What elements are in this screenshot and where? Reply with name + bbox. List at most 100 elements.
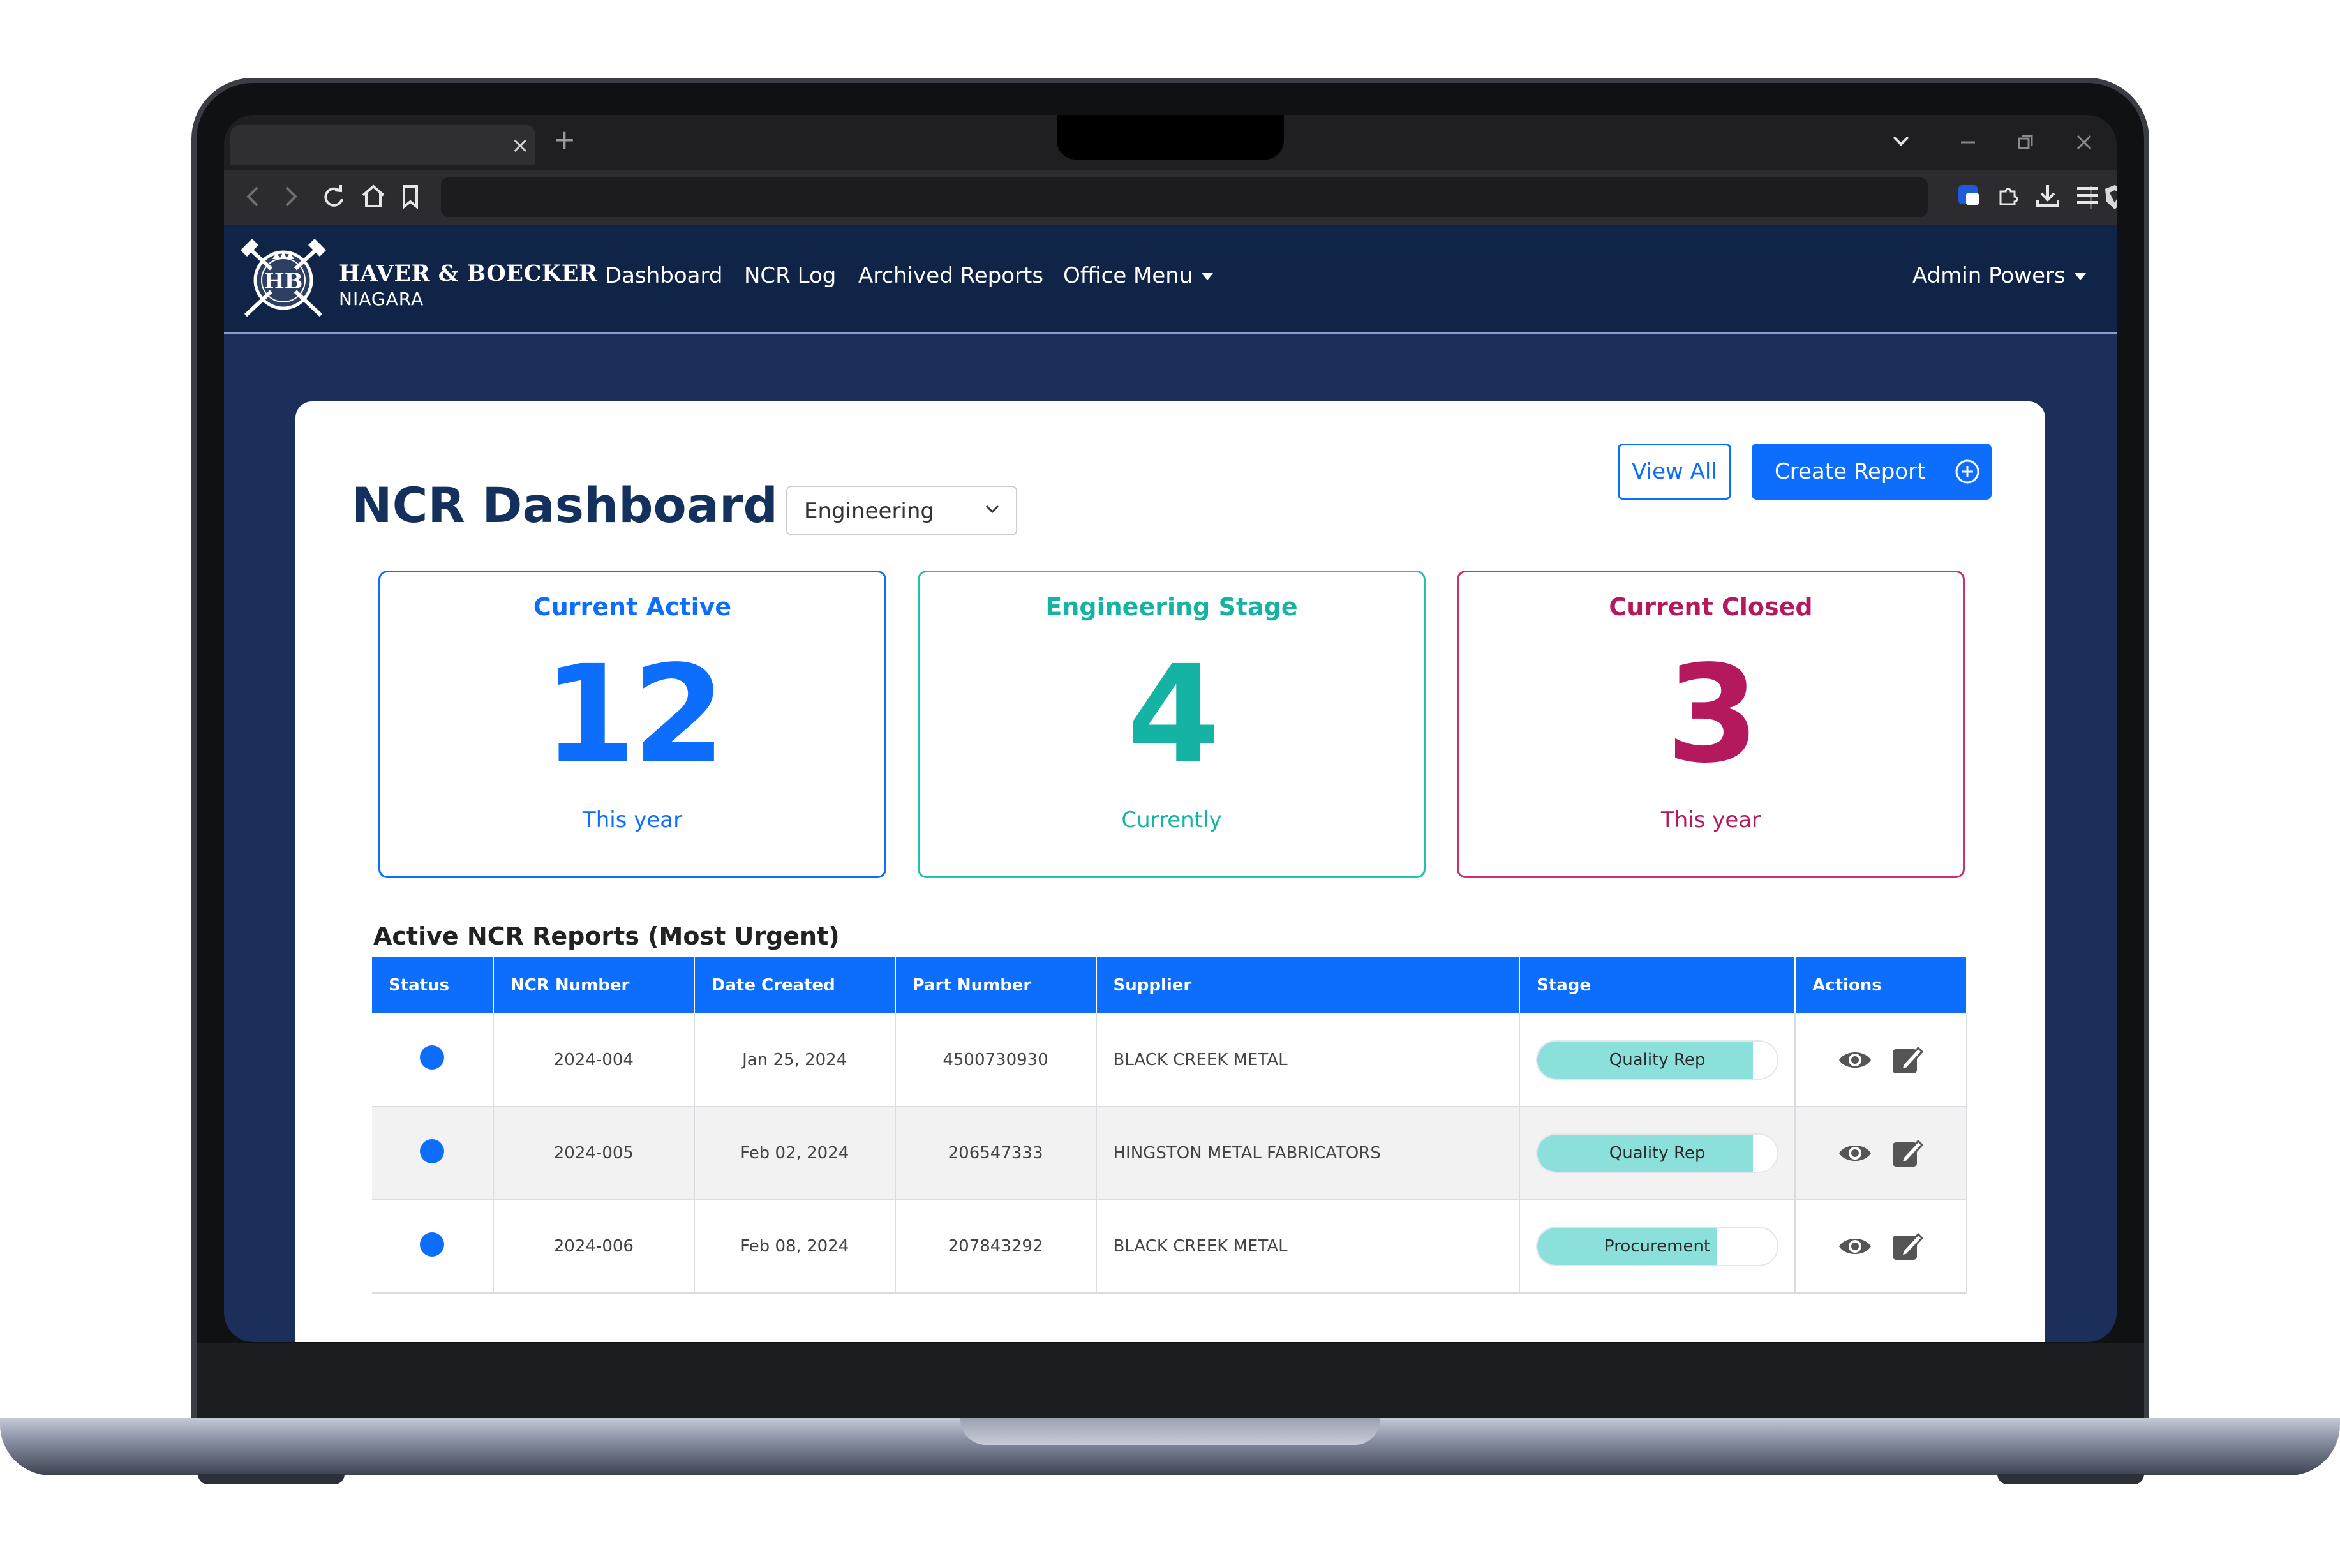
stat-value: 3 bbox=[1666, 636, 1759, 793]
stat-subtitle: This year bbox=[1660, 807, 1761, 833]
department-select-value: Engineering bbox=[804, 498, 934, 524]
view-eye-icon[interactable] bbox=[1837, 1135, 1874, 1172]
stage-label: Quality Rep bbox=[1609, 1050, 1706, 1070]
chevron-down-icon bbox=[985, 505, 999, 514]
browser-tab[interactable]: × bbox=[230, 125, 535, 165]
actions-cell bbox=[1795, 1200, 1967, 1294]
stage-cell: Quality Rep bbox=[1519, 1107, 1796, 1200]
stage-progress-bar: Quality Rep bbox=[1536, 1040, 1779, 1080]
column-header-status[interactable]: Status bbox=[372, 957, 494, 1013]
part-number-cell: 206547333 bbox=[895, 1107, 1097, 1200]
edit-icon[interactable] bbox=[1889, 1042, 1926, 1079]
supplier-cell: HINGSTON METAL FABRICATORS bbox=[1096, 1107, 1521, 1200]
menu-hamburger-icon[interactable] bbox=[2075, 183, 2100, 208]
laptop-chin bbox=[197, 1343, 2144, 1418]
page-title: NCR Dashboard bbox=[352, 477, 778, 534]
stat-subtitle: Currently bbox=[1121, 807, 1222, 833]
part-number-cell: 207843292 bbox=[895, 1200, 1097, 1294]
table-title: Active NCR Reports (Most Urgent) bbox=[373, 922, 840, 950]
status-dot-icon bbox=[420, 1045, 445, 1070]
stat-value: 12 bbox=[542, 636, 726, 793]
stat-card-current-closed[interactable]: Current Closed 3 This year bbox=[1457, 571, 1965, 878]
back-icon[interactable] bbox=[243, 184, 261, 209]
status-dot-icon bbox=[420, 1232, 445, 1257]
camera-notch bbox=[1057, 115, 1284, 160]
column-header-actions: Actions bbox=[1795, 957, 1967, 1013]
table-header-row: Status NCR Number Date Created Part Numb… bbox=[372, 957, 1967, 1013]
create-report-label: Create Report bbox=[1775, 459, 1926, 484]
app-viewport: HB HAVER & BOECKER NIAGARA Dashboard NCR… bbox=[224, 225, 2117, 1342]
reload-icon[interactable] bbox=[321, 184, 347, 209]
user-name: Admin Powers bbox=[1912, 263, 2066, 288]
laptop-foot-right bbox=[1997, 1474, 2144, 1484]
table-row[interactable]: 2024-005 Feb 02, 2024 206547333 HINGSTON ME… bbox=[372, 1107, 1967, 1200]
stage-cell: Quality Rep bbox=[1519, 1013, 1796, 1107]
browser-toolbar bbox=[224, 170, 2117, 225]
ncr-table: Status NCR Number Date Created Part Numb… bbox=[372, 957, 1967, 1294]
nav-ncr-log[interactable]: NCR Log bbox=[744, 263, 836, 288]
status-cell bbox=[372, 1107, 494, 1200]
close-window-icon[interactable] bbox=[2076, 134, 2092, 151]
column-header-supplier[interactable]: Supplier bbox=[1096, 957, 1521, 1013]
view-all-button[interactable]: View All bbox=[1618, 444, 1731, 500]
stat-subtitle: This year bbox=[582, 807, 683, 833]
forward-icon[interactable] bbox=[283, 184, 301, 209]
download-icon[interactable] bbox=[2035, 183, 2061, 208]
brave-shield-icon[interactable] bbox=[2103, 184, 2117, 211]
column-header-part-number[interactable]: Part Number bbox=[895, 957, 1097, 1013]
tab-list-chevron-icon[interactable] bbox=[1892, 134, 1910, 148]
column-header-date-created[interactable]: Date Created bbox=[694, 957, 896, 1013]
bookmark-icon[interactable] bbox=[400, 184, 421, 209]
address-bar[interactable] bbox=[441, 177, 2117, 217]
nav-office-menu[interactable]: Office Menu bbox=[1063, 263, 1214, 288]
edit-icon[interactable] bbox=[1889, 1135, 1926, 1172]
stage-progress-bar: Procurement bbox=[1536, 1227, 1779, 1266]
stat-title: Current Closed bbox=[1609, 593, 1813, 621]
department-select[interactable]: Engineering bbox=[786, 486, 1017, 535]
date-created-cell: Jan 25, 2024 bbox=[694, 1013, 896, 1107]
stat-title: Engineering Stage bbox=[1045, 593, 1298, 621]
status-dot-icon bbox=[420, 1139, 445, 1163]
laptop-base-notch bbox=[960, 1418, 1380, 1445]
supplier-cell: BLACK CREEK METAL bbox=[1096, 1200, 1521, 1294]
stage-label: Quality Rep bbox=[1609, 1144, 1706, 1163]
brand-subtitle: NIAGARA bbox=[339, 288, 424, 310]
stage-label: Procurement bbox=[1604, 1237, 1711, 1256]
dropdown-caret-icon bbox=[2074, 273, 2086, 280]
ncr-number-cell[interactable]: 2024-005 bbox=[493, 1107, 695, 1200]
date-created-cell: Feb 02, 2024 bbox=[694, 1107, 896, 1200]
column-header-ncr-number[interactable]: NCR Number bbox=[493, 957, 695, 1013]
column-header-stage[interactable]: Stage bbox=[1519, 957, 1796, 1013]
stat-value: 4 bbox=[1126, 636, 1220, 793]
ncr-number-cell[interactable]: 2024-004 bbox=[493, 1013, 695, 1107]
table-row[interactable]: 2024-004 Jan 25, 2024 4500730930 BLACK CREE… bbox=[372, 1013, 1967, 1107]
stat-card-current-active[interactable]: Current Active 12 This year bbox=[378, 571, 886, 878]
extension-shield-icon[interactable] bbox=[1956, 183, 1981, 208]
status-cell bbox=[372, 1013, 494, 1107]
home-icon[interactable] bbox=[361, 184, 386, 209]
user-menu[interactable]: Admin Powers bbox=[1912, 263, 2086, 288]
tab-close-icon[interactable]: × bbox=[511, 133, 530, 158]
edit-icon[interactable] bbox=[1889, 1228, 1926, 1265]
nav-archived-reports[interactable]: Archived Reports bbox=[858, 263, 1043, 288]
actions-cell bbox=[1795, 1107, 1967, 1200]
nav-dashboard[interactable]: Dashboard bbox=[605, 263, 722, 288]
restore-icon[interactable] bbox=[2017, 134, 2034, 151]
stat-card-engineering-stage[interactable]: Engineering Stage 4 Currently bbox=[918, 571, 1426, 878]
date-created-cell: Feb 08, 2024 bbox=[694, 1200, 896, 1294]
dashboard-card: NCR Dashboard Engineering View All Creat… bbox=[295, 401, 2045, 1342]
dropdown-caret-icon bbox=[1202, 273, 1214, 280]
view-eye-icon[interactable] bbox=[1837, 1228, 1874, 1265]
table-row[interactable]: 2024-006 Feb 08, 2024 207843292 BLACK CREEK… bbox=[372, 1200, 1967, 1294]
extensions-puzzle-icon[interactable] bbox=[1995, 183, 2021, 208]
haver-boecker-logo-icon[interactable]: HB bbox=[239, 236, 327, 324]
ncr-number-cell[interactable]: 2024-006 bbox=[493, 1200, 695, 1294]
minimize-icon[interactable] bbox=[1960, 134, 1976, 151]
laptop-mockup: × + HB HAVER & BOECKER NIAGARA Dashboard… bbox=[0, 0, 2340, 1568]
view-eye-icon[interactable] bbox=[1837, 1042, 1874, 1079]
supplier-cell: BLACK CREEK METAL bbox=[1096, 1013, 1521, 1107]
new-tab-icon[interactable]: + bbox=[553, 124, 576, 155]
laptop-foot-left bbox=[198, 1474, 345, 1484]
create-report-button[interactable]: Create Report bbox=[1752, 444, 1992, 500]
part-number-cell: 4500730930 bbox=[895, 1013, 1097, 1107]
